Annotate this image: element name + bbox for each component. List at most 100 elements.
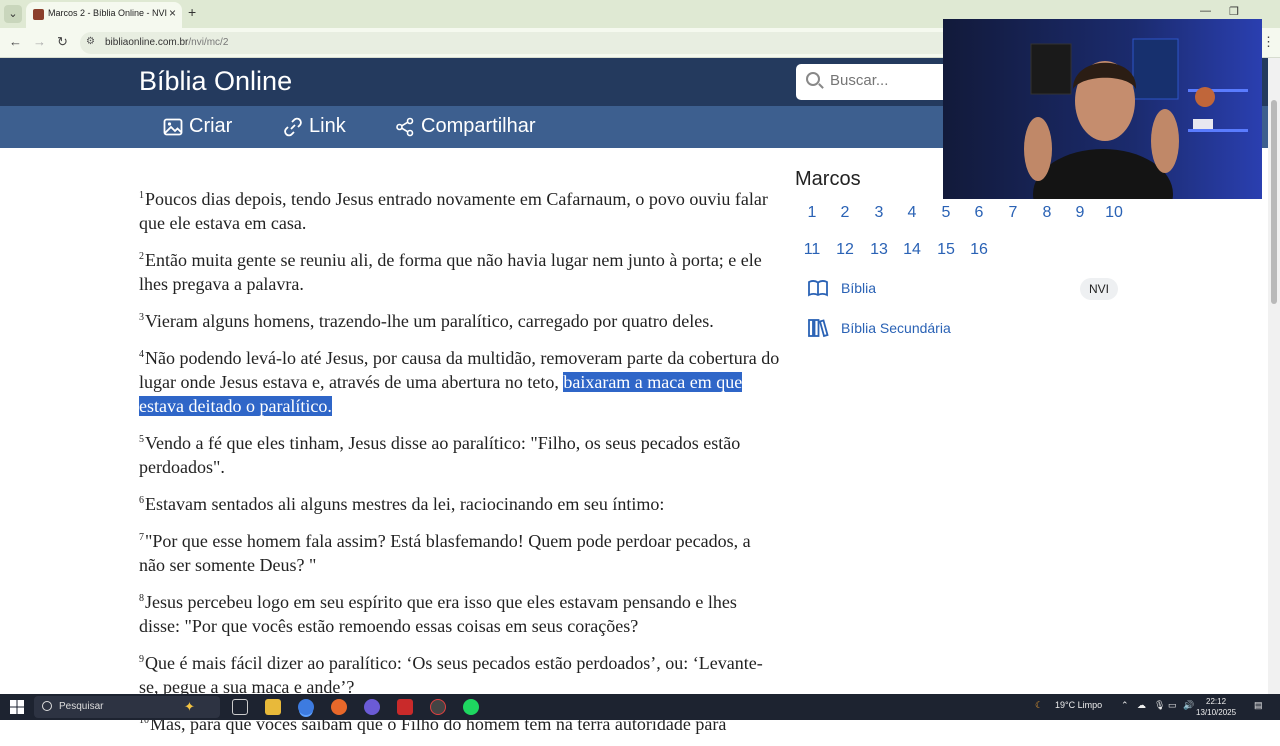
- search-icon: [42, 701, 52, 711]
- browser-tab[interactable]: Marcos 2 - Bíblia Online - NVI ×: [26, 2, 182, 28]
- verse-text: Estavam sentados ali alguns mestres da l…: [145, 494, 665, 514]
- tab-search-button[interactable]: ⌄: [4, 5, 22, 23]
- share-button[interactable]: Compartilhar: [395, 115, 535, 138]
- minimize-button[interactable]: —: [1200, 5, 1211, 17]
- taskbar-search-label: Pesquisar: [59, 701, 104, 712]
- chapter-link[interactable]: 6: [962, 204, 996, 222]
- chapter-link[interactable]: 14: [895, 241, 929, 259]
- chapter-link[interactable]: 4: [895, 204, 929, 222]
- verse-number: 5: [139, 434, 144, 445]
- url-path: /nvi/mc/2: [188, 37, 229, 48]
- verse-text: Que é mais fácil dizer ao paralítico: ‘O…: [139, 653, 763, 697]
- books-icon: [808, 319, 829, 338]
- chapter-link[interactable]: 15: [929, 241, 963, 259]
- tab-title: Marcos 2 - Bíblia Online - NVI: [48, 8, 168, 18]
- verse: 5Vendo a fé que eles tinham, Jesus disse…: [139, 428, 781, 479]
- verse-text: Vieram alguns homens, trazendo-lhe um pa…: [145, 311, 714, 331]
- verse-number: 1: [139, 190, 144, 201]
- new-tab-button[interactable]: +: [188, 4, 196, 20]
- chapter-link[interactable]: 10: [1097, 204, 1131, 222]
- verse-number: 3: [139, 312, 144, 323]
- verse: 4Não podendo levá-lo até Jesus, por caus…: [139, 343, 781, 418]
- search-box[interactable]: [796, 64, 956, 100]
- link-icon: [284, 117, 302, 136]
- secondary-bible-label: Bíblia Secundária: [841, 320, 951, 336]
- verse: 9Que é mais fácil dizer ao paralítico: ‘…: [139, 648, 781, 699]
- share-icon: [396, 117, 414, 136]
- chapter-link[interactable]: 8: [1030, 204, 1064, 222]
- verse-text: Poucos dias depois, tendo Jesus entrado …: [139, 189, 768, 233]
- maximize-button[interactable]: ❐: [1229, 5, 1239, 18]
- search-input[interactable]: [830, 72, 950, 89]
- spotify-icon[interactable]: [463, 699, 479, 715]
- chapter-link[interactable]: 9: [1063, 204, 1097, 222]
- obs-icon[interactable]: [430, 699, 446, 715]
- verse-number: 6: [139, 495, 144, 506]
- taskbar: Pesquisar ✦ ☾ 19°C Limpo ⌃ ☁ 🎙 ▭ 🔊 22:12…: [0, 694, 1280, 720]
- scrollbar-thumb[interactable]: [1271, 100, 1277, 304]
- site-info-icon[interactable]: ⚙: [86, 36, 95, 47]
- address-bar[interactable]: ⚙ bibliaonline.com.br/nvi/mc/2: [80, 32, 960, 54]
- sparkle-icon: ✦: [184, 699, 195, 714]
- create-button[interactable]: Criar: [163, 115, 232, 138]
- task-view-icon[interactable]: [232, 699, 248, 715]
- firefox-icon[interactable]: [331, 699, 347, 715]
- url-host: bibliaonline.com.br: [105, 37, 189, 48]
- date: 13/10/2025: [1196, 708, 1237, 717]
- create-label: Criar: [189, 115, 233, 137]
- tab-close-icon[interactable]: ×: [169, 6, 176, 20]
- chapter-link[interactable]: 16: [962, 241, 996, 259]
- verse-number: 9: [139, 654, 144, 665]
- verse-text: Então muita gente se reuniu ali, de form…: [139, 250, 762, 294]
- file-explorer-icon[interactable]: [265, 699, 281, 715]
- chrome-icon[interactable]: [298, 699, 314, 715]
- webcam-image: [943, 19, 1262, 199]
- browser-menu-icon[interactable]: ⋮: [1262, 34, 1275, 50]
- page-scrollbar[interactable]: [1268, 58, 1280, 694]
- clock[interactable]: 22:12 13/10/2025: [1196, 696, 1236, 718]
- time: 22:12: [1206, 697, 1227, 706]
- chapter-link[interactable]: 11: [795, 241, 829, 259]
- reload-button[interactable]: ↻: [57, 34, 68, 50]
- chapter-link[interactable]: 1: [795, 204, 829, 222]
- microphone-icon[interactable]: 🎙: [1154, 700, 1165, 711]
- verse: 2Então muita gente se reuniu ali, de for…: [139, 245, 781, 296]
- book-open-icon: [808, 280, 828, 297]
- chapter-link[interactable]: 13: [862, 241, 896, 259]
- weather-icon: ☾: [1035, 700, 1044, 710]
- version-badge[interactable]: NVI: [1080, 278, 1118, 300]
- chapter-link[interactable]: 12: [828, 241, 862, 259]
- chapter-link[interactable]: 7: [996, 204, 1030, 222]
- site-title[interactable]: Bíblia Online: [139, 66, 292, 97]
- verse-text: "Por que esse homem fala assim? Está bla…: [139, 531, 751, 575]
- url-text: bibliaonline.com.br/nvi/mc/2: [105, 37, 228, 48]
- verse-text: Vendo a fé que eles tinham, Jesus disse …: [139, 433, 741, 477]
- chapter-link[interactable]: 2: [828, 204, 862, 222]
- notifications-icon[interactable]: ▤: [1254, 700, 1263, 711]
- start-icon[interactable]: [10, 700, 24, 714]
- taskbar-search[interactable]: Pesquisar ✦: [34, 696, 220, 718]
- bible-label: Bíblia: [841, 280, 877, 296]
- network-icon[interactable]: ▭: [1168, 700, 1177, 711]
- secondary-bible-link[interactable]: Bíblia Secundária: [807, 317, 951, 339]
- chapter-link[interactable]: 3: [862, 204, 896, 222]
- verse: 6Estavam sentados ali alguns mestres da …: [139, 489, 781, 516]
- streamer-app-icon[interactable]: [397, 699, 413, 715]
- chapter-link[interactable]: 5: [929, 204, 963, 222]
- link-button[interactable]: Link: [283, 115, 346, 138]
- bible-version-link[interactable]: Bíblia: [807, 277, 876, 299]
- verse-number: 8: [139, 593, 144, 604]
- weather-text[interactable]: 19°C Limpo: [1055, 700, 1102, 710]
- image-icon: [163, 118, 183, 135]
- discord-icon[interactable]: [364, 699, 380, 715]
- forward-button[interactable]: →: [33, 34, 46, 49]
- chapter-text: 1Poucos dias depois, tendo Jesus entrado…: [139, 184, 781, 746]
- volume-icon[interactable]: 🔊: [1183, 700, 1194, 711]
- back-button[interactable]: ←: [9, 34, 22, 49]
- onedrive-icon[interactable]: ☁: [1137, 700, 1146, 711]
- verse: 7"Por que esse homem fala assim? Está bl…: [139, 526, 781, 577]
- verse: 3Vieram alguns homens, trazendo-lhe um p…: [139, 306, 781, 333]
- verse: 1Poucos dias depois, tendo Jesus entrado…: [139, 184, 781, 235]
- share-label: Compartilhar: [421, 115, 536, 137]
- tray-chevron-icon[interactable]: ⌃: [1121, 700, 1129, 711]
